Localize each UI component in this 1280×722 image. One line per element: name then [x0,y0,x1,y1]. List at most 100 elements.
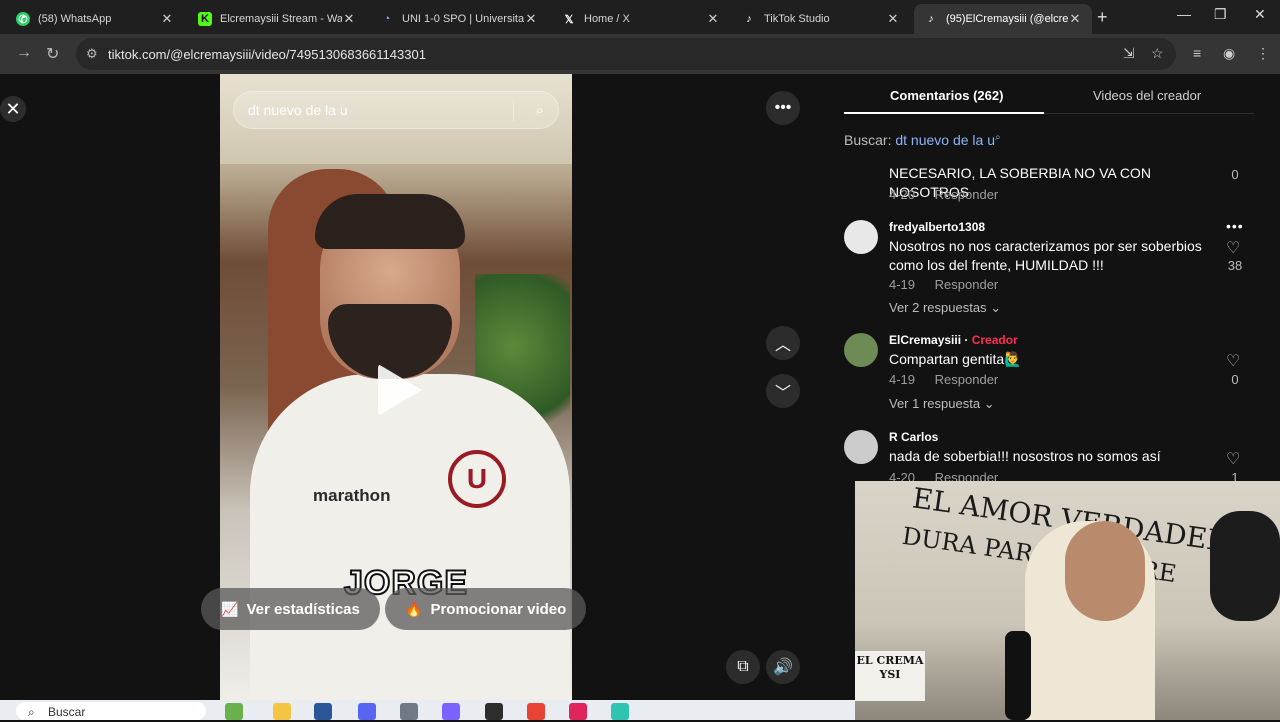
chevron-down-icon: ﹀ [774,385,791,402]
shirt-brand: marathon [313,486,391,505]
copilot-icon[interactable] [442,703,460,720]
menu-dots-icon[interactable]: ⋮ [1256,45,1270,62]
reply-link[interactable]: Responder [935,372,999,387]
close-tab-icon[interactable]: ✕ [706,11,720,27]
site-info-icon[interactable]: ⚙ [86,46,98,62]
maximize-icon[interactable]: ❐ [1214,6,1227,23]
tiktok-icon: ♪ [928,13,934,25]
install-app-icon[interactable]: ⇲ [1123,45,1135,62]
app-icon[interactable] [611,703,629,720]
search-prefix: Buscar: [844,132,892,148]
view-stats-label: Ver estadísticas [246,600,360,618]
previous-video-button[interactable]: ︿ [766,326,800,360]
minimize-icon[interactable]: — [1177,6,1191,22]
video-search-input[interactable]: dt nuevo de la u ⌕ [233,91,559,129]
tab-title: Elcremaysiii Stream - Watc [220,13,342,25]
view-replies-link[interactable]: Ver 1 respuesta ⌄ [889,396,995,412]
search-icon: ⌕ [28,705,35,719]
obs-icon[interactable] [485,703,503,720]
comment-author[interactable]: fredyalberto1308 [889,220,985,234]
search-term-link[interactable]: dt nuevo de la u [895,132,995,148]
search-icon[interactable]: ⌕ [536,102,544,119]
comment-author[interactable]: R Carlos [889,430,938,444]
tab-title: Home / X [584,13,630,25]
close-viewer-button[interactable]: ✕ [0,96,26,122]
tab-creator-videos[interactable]: Videos del creador [1093,88,1201,103]
view-stats-button[interactable]: 📈 Ver estadísticas [201,588,380,630]
browser-tabbar: ✆ (58) WhatsApp ✕ K Elcremaysiii Stream … [0,0,1280,34]
volume-button[interactable]: 🔊 [766,650,800,684]
more-dots-icon: ••• [774,99,792,116]
close-tab-icon[interactable]: ✕ [886,11,900,27]
taskbar-search-placeholder: Buscar [48,705,86,719]
whatsapp-icon: ✆ [16,12,30,26]
word-icon[interactable] [314,703,332,720]
tab-comments[interactable]: Comentarios (262) [890,88,1003,103]
tab-kick[interactable]: K Elcremaysiii Stream - Watc ✕ [188,4,366,34]
close-tab-icon[interactable]: ✕ [342,11,356,27]
tiktok-icon: ♪ [746,13,752,25]
calculator-icon[interactable] [400,703,418,720]
close-window-icon[interactable]: ✕ [1254,6,1266,23]
comment-text: Nosotros no nos caracterizamos por ser s… [889,238,1202,273]
bookmark-star-icon[interactable]: ☆ [1151,45,1164,62]
like-count: 0 [1231,372,1239,387]
promote-video-button[interactable]: 🔥 Promocionar video [385,588,587,630]
widgets-icon[interactable] [225,703,243,720]
file-explorer-icon[interactable] [273,703,291,720]
profile-avatar-icon[interactable]: ◉ [1223,45,1235,62]
video-person-hair [315,194,465,249]
forward-icon[interactable]: → [16,44,32,62]
chart-icon: 📈 [221,600,239,617]
avatar[interactable] [844,220,878,254]
video-person-shirt [250,374,570,700]
pip-button[interactable]: ⧉ [726,650,760,684]
next-video-button[interactable]: ﹀ [766,374,800,408]
close-tab-icon[interactable]: ✕ [524,11,538,27]
comment-date: 4-20 [889,187,916,202]
tab-title: UNI 1-0 SPO | Universitario [402,13,524,25]
avatar[interactable] [844,333,878,367]
app-icon[interactable] [569,703,587,720]
tab-uni-spo[interactable]: ◔ UNI 1-0 SPO | Universitario ✕ [370,4,548,34]
reload-icon[interactable]: ↻ [46,44,59,64]
chevron-down-icon: ⌄ [983,396,995,411]
comment-text: nada de soberbia!!! nosostros no somos a… [889,448,1161,464]
play-icon[interactable] [378,364,422,416]
view-replies-link[interactable]: Ver 2 respuestas ⌄ [889,300,1001,316]
close-tab-icon[interactable]: ✕ [160,11,174,27]
taskbar-search[interactable]: ⌕ Buscar [16,702,206,720]
tab-title: (58) WhatsApp [38,13,112,25]
heart-icon[interactable]: ♡ [1226,238,1240,258]
comment-date: 4-19 [889,372,916,387]
reply-link[interactable]: Responder [935,187,999,202]
comment-author-line: ElCremaysiii · Creador [889,333,1018,347]
sport-icon: ◔ [383,13,391,25]
heart-icon[interactable]: ♡ [1226,449,1240,469]
reply-link[interactable]: Responder [935,277,999,292]
heart-icon[interactable]: ♡ [1226,351,1240,371]
close-tab-icon[interactable]: ✕ [1068,11,1082,27]
streamer-face [1065,521,1145,621]
new-tab-icon[interactable]: + [1097,7,1108,28]
tab-tiktok-video[interactable]: ♪ (95)ElCremaysiii (@elcrem ✕ [914,4,1092,34]
comment-author[interactable]: ElCremaysiii [889,333,961,347]
avatar[interactable] [844,430,878,464]
tab-whatsapp[interactable]: ✆ (58) WhatsApp ✕ [6,4,184,34]
tab-tiktok-studio[interactable]: ♪ TikTok Studio ✕ [732,4,910,34]
chrome-icon[interactable] [527,703,545,720]
url-bar[interactable]: ⚙ tiktok.com/@elcremaysiii/video/7495130… [76,38,1176,70]
tab-x-home[interactable]: 𝕏 Home / X ✕ [552,4,730,34]
comment-date: 4-19 [889,277,916,292]
comment-more-icon[interactable]: ••• [1226,218,1244,234]
more-options-button[interactable]: ••• [766,91,800,125]
search-value: dt nuevo de la u [248,102,348,118]
wall-sign: EL CREMA YSI [855,651,925,701]
club-crest: U [448,450,506,508]
media-controls-icon[interactable]: ≡ [1193,45,1201,61]
close-icon: ✕ [5,98,21,119]
comment-search-line: Buscar: dt nuevo de la u⌕ [844,132,1001,148]
volume-icon: 🔊 [773,659,793,676]
discord-icon[interactable] [358,703,376,720]
comment-text: Compartan gentita🙋‍♂️ [889,351,1022,367]
